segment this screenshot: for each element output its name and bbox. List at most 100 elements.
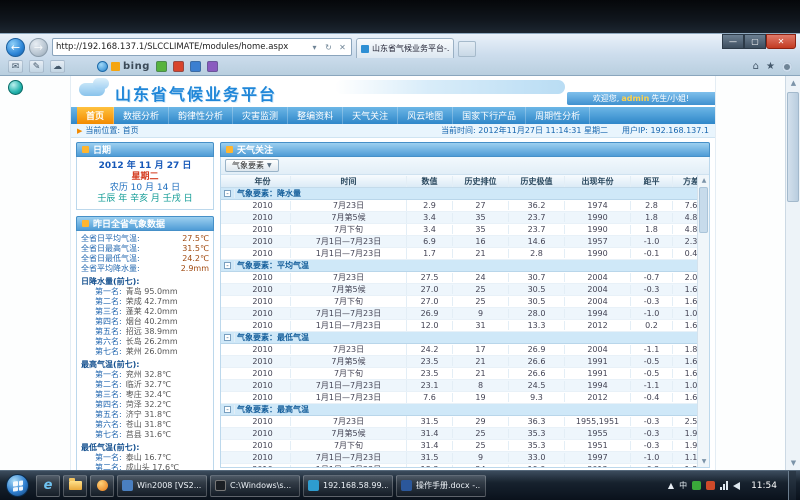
rank-value: 苍山 31.8℃ — [126, 420, 171, 430]
page-scrollbar[interactable]: ▲ ▼ — [785, 76, 800, 470]
table-scroll-thumb[interactable] — [699, 187, 708, 233]
new-tab-button[interactable] — [458, 41, 476, 57]
section-label: 气象要素：降水量 — [235, 188, 709, 199]
skin-gadget-icon[interactable] — [8, 80, 23, 95]
nav-item[interactable]: 国家下行产品 — [453, 107, 526, 124]
element-filter-button[interactable]: 气象要素 ▼ — [225, 159, 279, 172]
tray-overflow-icon[interactable]: ▲ — [668, 481, 674, 490]
input-method-icon[interactable]: 中 — [679, 480, 687, 491]
ranking-item: 第一名: 泰山 16.7℃ — [81, 453, 209, 463]
table-section-row[interactable]: - 气象要素：降水量 — [221, 188, 709, 200]
forward-button[interactable]: → — [29, 38, 48, 57]
maximize-button[interactable]: ▢ — [744, 34, 766, 49]
nav-item[interactable]: 数据分析 — [114, 107, 169, 124]
address-dropdown-icon[interactable]: ▾ — [309, 43, 320, 52]
cell-extreme-year: 2004 — [565, 345, 631, 354]
cell-rank: 9 — [453, 453, 509, 462]
taskbar-clock[interactable]: 11:54 — [745, 481, 783, 491]
nav-item[interactable]: 首页 — [77, 107, 114, 124]
weather-panel-header: 昨日全省气象数据 — [76, 216, 214, 231]
scroll-down-icon[interactable]: ▼ — [698, 456, 710, 467]
rank-label: 第三名: — [95, 307, 122, 317]
table-section-row[interactable]: - 气象要素：最低气温 — [221, 332, 709, 344]
cell-value: 24.2 — [407, 345, 453, 354]
minimize-button[interactable]: — — [722, 34, 744, 49]
cell-extreme: 28.0 — [509, 309, 565, 318]
browser-tab[interactable]: 山东省气候业务平台-... — [356, 38, 454, 58]
bing-logo-text[interactable]: bing — [123, 61, 150, 72]
addon-icon[interactable] — [156, 61, 167, 72]
cell-anomaly: -1.0 — [631, 309, 673, 318]
nav-item[interactable]: 韵律性分析 — [169, 107, 233, 124]
table-section-row[interactable]: - 气象要素：最高气温 — [221, 404, 709, 416]
addon-icon[interactable] — [190, 61, 201, 72]
nav-item[interactable]: 周期性分析 — [526, 107, 590, 124]
security-tray-icon[interactable] — [706, 481, 715, 490]
stop-icon[interactable]: ✕ — [337, 43, 348, 52]
collapse-icon[interactable]: - — [224, 262, 231, 269]
taskbar-window-button[interactable]: C:\Windows\s... — [210, 475, 300, 497]
refresh-icon[interactable]: ↻ — [323, 43, 334, 52]
close-button[interactable]: ✕ — [766, 34, 796, 49]
explorer-folder-icon[interactable] — [63, 475, 87, 497]
table-section-row[interactable]: - 气象要素：平均气温 — [221, 260, 709, 272]
main-column: 天气关注 气象要素 ▼ 年份 — [220, 142, 710, 470]
taskbar-window-button[interactable]: Win2008 [VS2... — [117, 475, 207, 497]
nav-item[interactable]: 天气关注 — [343, 107, 398, 124]
cell-time: 7月第5候 — [291, 428, 407, 439]
nav-item[interactable]: 整编资料 — [288, 107, 343, 124]
cell-year: 2010 — [235, 237, 291, 246]
panel-bullet-icon — [82, 146, 89, 153]
section-label: 气象要素：平均气温 — [235, 260, 709, 271]
date-line: 2012 年 11 月 27 日 — [79, 161, 211, 172]
windows-flag-icon — [13, 480, 23, 491]
show-desktop-button[interactable] — [788, 471, 796, 500]
mail-icon[interactable]: ✉ — [8, 60, 23, 73]
rank-label: 第七名: — [95, 347, 122, 357]
stat-label: 全省平均降水量: — [81, 264, 140, 274]
scroll-up-icon[interactable]: ▲ — [698, 175, 710, 186]
taskbar-window-button[interactable]: 操作手册.docx -... — [396, 475, 486, 497]
volume-icon[interactable] — [733, 482, 740, 490]
collapse-icon[interactable]: - — [224, 190, 231, 197]
table-row: 2010 1月1日—7月23日 1.7 21 2.8 1990 -0.1 — [221, 248, 709, 260]
address-bar[interactable]: http://192.168.137.1/SLCCLIMATE/modules/… — [52, 38, 352, 56]
cell-rank: 25 — [453, 441, 509, 450]
cloud-icon[interactable]: ☁ — [50, 60, 65, 73]
cell-time: 1月1日—7月23日 — [291, 464, 407, 468]
yesterday-weather-panel: 昨日全省气象数据 全省日平均气温: 27.5℃ — [76, 216, 214, 470]
compose-icon[interactable]: ✎ — [29, 60, 44, 73]
table-row: 2010 7月第5候 3.4 35 23.7 1990 1.8 — [221, 212, 709, 224]
scroll-down-icon[interactable]: ▼ — [786, 456, 800, 470]
messenger-icon[interactable] — [97, 61, 108, 72]
antivirus-tray-icon[interactable] — [692, 481, 701, 490]
ie-taskbar-icon[interactable]: e — [36, 475, 60, 497]
favorites-star-icon[interactable]: ★ — [766, 61, 775, 72]
collapse-icon[interactable]: - — [224, 334, 231, 341]
url-text[interactable]: http://192.168.137.1/SLCCLIMATE/modules/… — [56, 42, 306, 52]
window-title: 192.168.58.99... — [323, 481, 388, 490]
tools-gear-icon[interactable] — [782, 62, 792, 72]
back-button[interactable]: ← — [6, 38, 25, 57]
weather-panel-title: 昨日全省气象数据 — [93, 217, 165, 230]
taskbar-window-button[interactable]: 192.168.58.99... — [303, 475, 393, 497]
cell-year: 2010 — [235, 429, 291, 438]
addon-icon[interactable] — [207, 61, 218, 72]
scroll-up-icon[interactable]: ▲ — [786, 76, 800, 90]
page-scroll-thumb[interactable] — [787, 92, 799, 202]
cell-extreme-year: 2012 — [565, 393, 631, 402]
collapse-icon[interactable]: - — [224, 406, 231, 413]
cell-extreme-year: 1994 — [565, 309, 631, 318]
table-scrollbar[interactable]: ▲ ▼ — [697, 175, 709, 467]
home-icon[interactable]: ⌂ — [753, 61, 759, 72]
cell-year: 2010 — [235, 417, 291, 426]
media-player-icon[interactable] — [90, 475, 114, 497]
breadcrumb: 当前位置: 首页 — [85, 125, 138, 136]
nav-item[interactable]: 风云地图 — [398, 107, 453, 124]
nav-item[interactable]: 灾害监测 — [233, 107, 288, 124]
network-icon[interactable] — [720, 481, 728, 490]
cell-time: 7月第5候 — [291, 212, 407, 223]
addon-icon[interactable] — [173, 61, 184, 72]
bing-search-area[interactable]: bing — [97, 61, 150, 72]
start-button[interactable] — [6, 474, 29, 497]
